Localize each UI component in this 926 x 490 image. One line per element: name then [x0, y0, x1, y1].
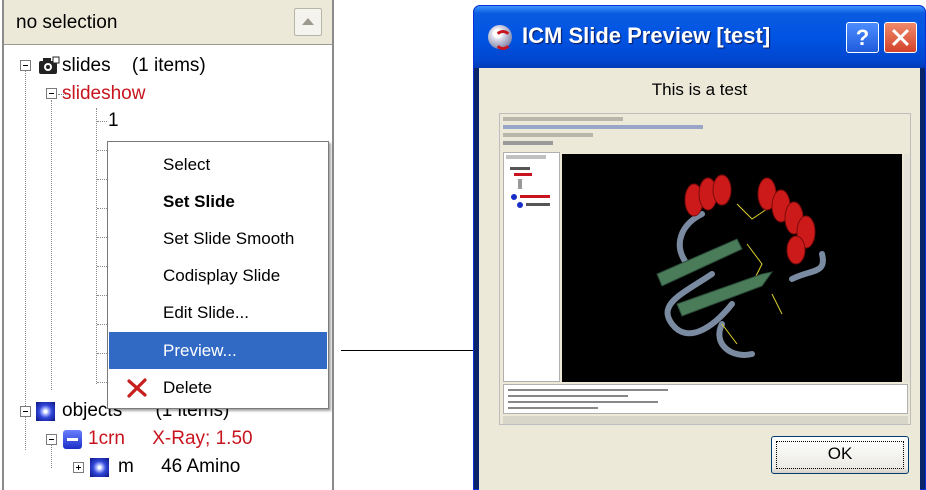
menu-item-codisplay-slide[interactable]: Codisplay Slide: [109, 257, 327, 294]
slide-item[interactable]: 1: [108, 109, 119, 133]
tree-item-molecule[interactable]: m 46 Amino: [118, 455, 240, 479]
selection-bar: no selection: [4, 0, 332, 45]
tree-guide-line: [51, 100, 52, 390]
molecule-desc: 46 Amino: [161, 456, 241, 477]
menu-item-set-slide[interactable]: Set Slide: [109, 183, 327, 220]
thumb-molecule-viewer: [562, 154, 902, 382]
tree-branch-line: [97, 179, 107, 180]
thumb-menubar: [503, 117, 623, 121]
title-bar[interactable]: ICM Slide Preview [test] ?: [474, 6, 925, 68]
tree-item-slideshow[interactable]: slideshow: [62, 82, 145, 106]
context-menu: Select Set Slide Set Slide Smooth Codisp…: [107, 141, 329, 409]
tree-branch-line: [97, 382, 107, 383]
tree-branch-line: [97, 295, 107, 296]
thumb-tree-panel: [503, 152, 560, 382]
window-title: ICM Slide Preview [test]: [522, 23, 771, 48]
menu-item-delete-label: Delete: [163, 378, 213, 397]
molecule-name: m: [118, 456, 134, 477]
thumb-toolbar: [503, 125, 703, 129]
collapse-objects-toggle[interactable]: [20, 406, 31, 417]
collapse-slides-toggle[interactable]: [20, 60, 31, 71]
molecule-icon: [90, 458, 109, 477]
close-button[interactable]: [884, 22, 917, 53]
slides-label: slides: [62, 55, 111, 76]
thumb-toolbar: [503, 141, 553, 145]
slide-caption: This is a test: [651, 80, 748, 99]
slide-thumbnail: [499, 113, 911, 425]
tree-branch-line: [97, 150, 107, 151]
menu-item-select[interactable]: Select: [109, 146, 327, 183]
menu-item-set-slide-smooth[interactable]: Set Slide Smooth: [109, 220, 327, 257]
menu-item-delete[interactable]: Delete: [109, 369, 327, 406]
help-button[interactable]: ?: [846, 22, 879, 53]
thumb-console: [503, 384, 908, 414]
slides-count: (1 items): [131, 55, 206, 76]
collapse-slideshow-toggle[interactable]: [46, 88, 57, 99]
menu-item-preview[interactable]: Preview...: [109, 332, 327, 369]
tree-item-1crn[interactable]: 1crn X-Ray; 1.50: [88, 427, 253, 451]
thumb-statusbar: [503, 416, 908, 424]
ok-button[interactable]: OK: [771, 436, 909, 474]
tree-branch-line: [97, 208, 107, 209]
tree-branch-line: [97, 237, 107, 238]
thumb-right-toolbar: [904, 154, 910, 382]
icm-logo-icon: [488, 25, 512, 50]
delete-x-icon: [127, 378, 147, 398]
preview-client-area: This is a test OK: [479, 68, 920, 490]
tree-guide-line: [51, 444, 52, 468]
selection-label: no selection: [16, 12, 118, 33]
tree-branch-line: [97, 266, 107, 267]
scroll-up-button[interactable]: [294, 8, 322, 36]
thumb-console-lines: [508, 389, 668, 409]
menu-item-edit-slide[interactable]: Edit Slide...: [109, 294, 327, 331]
object-desc: X-Ray; 1.50: [152, 428, 253, 449]
connector-line: [341, 350, 495, 351]
preview-window: ICM Slide Preview [test] ? This is a tes…: [473, 5, 926, 490]
tree-branch-line: [97, 353, 107, 354]
tree-branch-line: [97, 121, 107, 122]
tree-branch-line: [97, 324, 107, 325]
collapse-1crn-toggle[interactable]: [46, 434, 57, 445]
slides-icon: [39, 56, 60, 74]
object-minus-icon: [63, 430, 82, 449]
thumb-tree-graphic: [506, 155, 550, 208]
objects-icon: [36, 402, 55, 421]
tree-guide-line: [25, 62, 26, 450]
protein-ribbon-graphic: [656, 174, 826, 358]
tree-item-slides[interactable]: slides (1 items): [62, 54, 206, 78]
thumb-toolbar: [503, 133, 593, 137]
expand-molecule-toggle[interactable]: [73, 462, 84, 473]
object-name: 1crn: [88, 428, 125, 449]
